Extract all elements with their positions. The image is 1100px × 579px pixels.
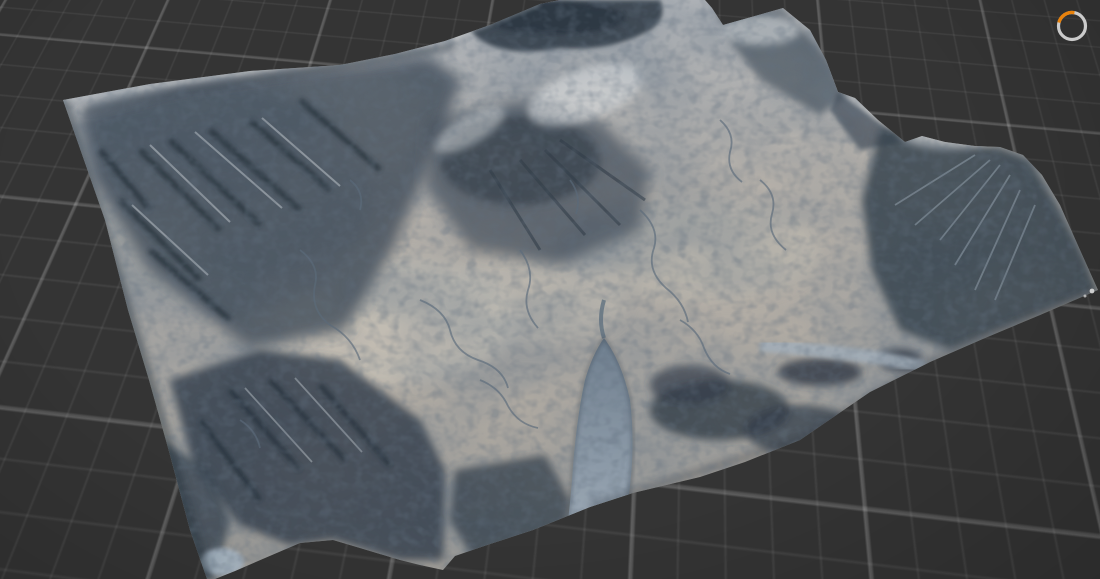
viewport-canvas[interactable] [0, 0, 1100, 579]
terrain-mesh[interactable] [0, 0, 1100, 579]
terrain-surface [0, 0, 1100, 579]
progress-ring-icon [1050, 3, 1094, 47]
terrain-grain [0, 0, 1100, 579]
progress-ring-arc [1055, 9, 1088, 42]
